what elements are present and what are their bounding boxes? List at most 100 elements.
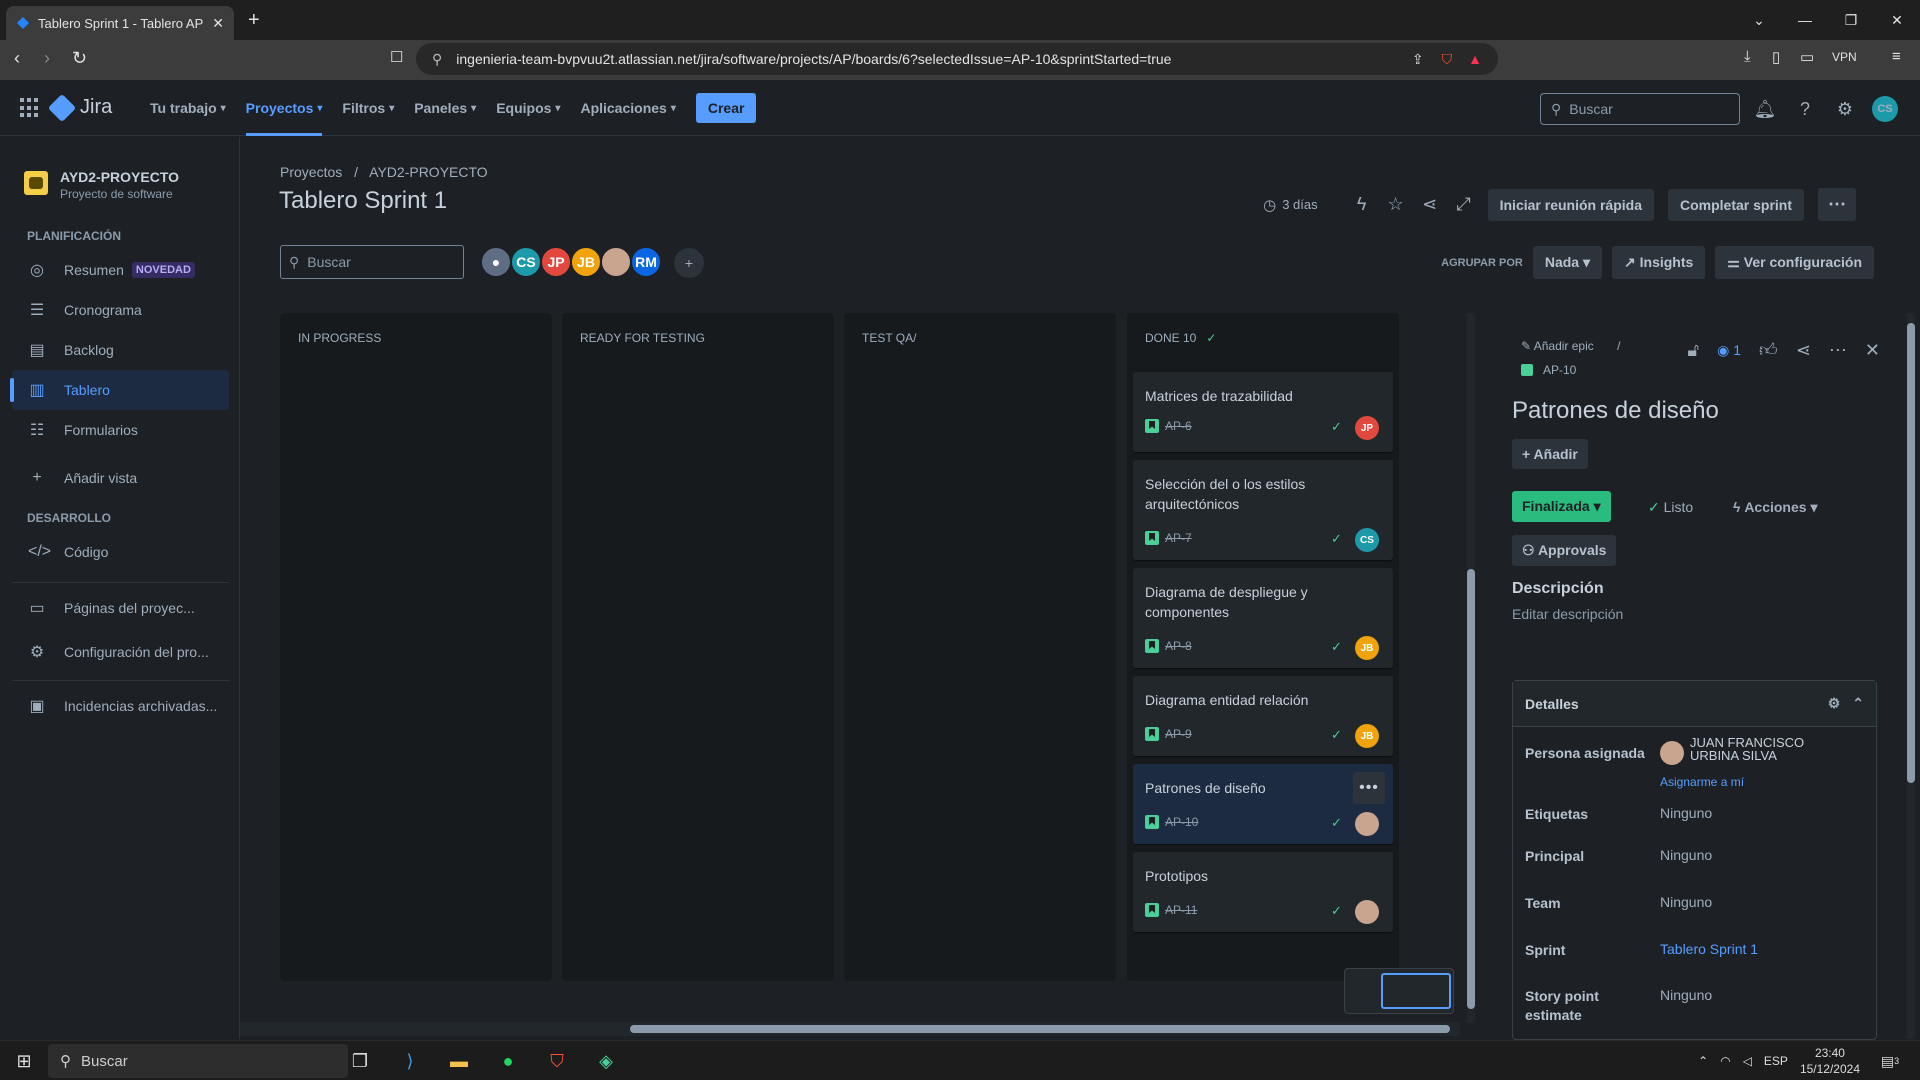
issue-title[interactable]: Patrones de diseño [1512,397,1719,425]
settings-gear-icon[interactable]: ⚙ [1832,96,1858,122]
nav-paneles[interactable]: Paneles ▾ [404,80,486,136]
star-icon[interactable]: ☆ [1386,194,1406,215]
nav-filtros[interactable]: Filtros ▾ [332,80,404,136]
description-field[interactable]: Editar descripción [1512,606,1623,622]
sidebar-item-config[interactable]: ⚙ Configuración del pro... [12,632,229,672]
project-header[interactable]: AYD2-PROYECTO Proyecto de software [24,169,179,201]
sidebar-item-tablero[interactable]: ▥ Tablero [10,370,229,410]
group-by-select[interactable]: Nada ▾ [1532,246,1602,279]
share-icon[interactable]: ⋖ [1420,194,1440,215]
taskbar-search[interactable]: ⚲ Buscar [48,1044,348,1078]
restore-icon[interactable]: ❐ [1828,0,1874,40]
notification-center-icon[interactable]: ▤ 3 [1876,1047,1904,1075]
add-view-button[interactable]: + Añadir vista [12,458,229,498]
gear-icon[interactable]: ⚙ [1828,695,1841,712]
chevron-up-icon[interactable]: ⌃ [1852,695,1864,712]
actions-dropdown[interactable]: ϟ Acciones ▾ [1733,499,1817,516]
minimize-icon[interactable]: — [1782,0,1828,40]
close-icon[interactable]: ✕ [1865,340,1880,361]
wallet-icon[interactable]: ▭ [1800,48,1814,66]
brave-shield-icon[interactable]: ⛉ [1442,51,1453,68]
notifications-icon[interactable]: 🔔︎ [1752,96,1778,122]
sidebar-toggle-icon[interactable]: ▯ [1772,48,1780,66]
avatar-filter[interactable]: CS [510,246,542,278]
address-bar[interactable]: ⚲ ingenieria-team-bvpvuu2t.atlassian.net… [416,43,1498,75]
nav-proyectos[interactable]: Proyectos ▾ [236,80,333,136]
issue-card[interactable]: Prototipos AP-11 ✓ [1133,852,1393,932]
share-icon[interactable]: ⋖ [1796,340,1811,361]
field-value[interactable]: Ninguno [1660,894,1712,910]
nav-aplicaciones[interactable]: Aplicaciones ▾ [570,80,685,136]
tab-close-icon[interactable]: ✕ [212,15,224,32]
vpn-button[interactable]: VPN [1832,50,1857,64]
clock[interactable]: 23:40 15/12/2024 [1800,1045,1860,1077]
browser-tab[interactable]: Tablero Sprint 1 - Tablero AP - Jira ✕ [6,6,234,40]
sidebar-item-pages[interactable]: ▭ Páginas del proyec... [12,588,229,628]
chevron-up-icon[interactable]: ⌃ [1698,1054,1708,1068]
detail-scrollbar[interactable] [1904,313,1918,1039]
board-search-input[interactable]: ⚲ Buscar [280,245,464,279]
lock-icon[interactable]: 🔓︎ [1687,340,1699,361]
sidebar-item-codigo[interactable]: </> Código [12,532,229,572]
fullscreen-icon[interactable]: ⤢ [1454,194,1474,215]
breadcrumb-projects[interactable]: Proyectos [280,164,342,180]
create-button[interactable]: Crear [695,93,757,123]
task-view-icon[interactable]: ❐ [346,1047,374,1075]
download-icon[interactable]: ⤓ [1744,48,1751,65]
add-epic-link[interactable]: ✎ Añadir epic / [1521,339,1620,353]
close-window-icon[interactable]: ✕ [1874,0,1920,40]
sidebar-item-archived[interactable]: ▣ Incidencias archivadas... [12,686,229,726]
issue-card-selected[interactable]: Patrones de diseño ••• AP-10 ✓ [1133,764,1393,844]
card-assignee-avatar[interactable]: JB [1355,636,1379,660]
bookmark-icon[interactable]: ☐ [390,48,403,66]
board-vertical-scrollbar[interactable] [1464,313,1478,1023]
watch-button[interactable]: ◉ 1 [1717,342,1741,359]
scroll-thumb[interactable] [1467,569,1475,1009]
more-icon[interactable]: ⋯ [1829,340,1847,361]
view-settings-button[interactable]: ⚌ Ver configuración [1715,246,1874,279]
forward-icon[interactable]: › [44,48,50,69]
complete-sprint-button[interactable]: Completar sprint [1667,188,1804,221]
field-value[interactable]: Ninguno [1660,987,1712,1003]
details-header[interactable]: Detalles ⚙ ⌃ [1513,681,1876,727]
avatar-filter[interactable]: JP [540,246,572,278]
global-search-input[interactable]: ⚲ Buscar [1540,93,1740,125]
start-meeting-button[interactable]: Iniciar reunión rápida [1487,188,1654,221]
tab-list-icon[interactable]: ⌄ [1736,0,1782,40]
avatar-filter[interactable] [600,246,632,278]
card-assignee-avatar[interactable] [1355,812,1379,836]
scroll-thumb[interactable] [630,1025,1450,1033]
site-info-icon[interactable]: ⚲ [432,51,442,68]
like-icon[interactable]: 👍︎ [1759,339,1778,361]
windows-start-icon[interactable]: ⊞ [10,1047,38,1075]
avatar-filter[interactable]: ● [480,246,512,278]
app-icon[interactable]: ◈ [592,1047,620,1075]
vscode-icon[interactable]: ⟩ [396,1047,424,1075]
status-dropdown[interactable]: Finalizada ▾ [1512,491,1611,522]
approvals-button[interactable]: ⚇ Approvals [1512,535,1617,566]
field-value[interactable]: Ninguno [1660,805,1712,821]
sidebar-item-formularios[interactable]: ☷ Formularios [12,410,229,450]
card-assignee-avatar[interactable]: CS [1355,528,1379,552]
card-assignee-avatar[interactable]: JP [1355,416,1379,440]
share-icon[interactable]: ⇪ [1412,51,1424,68]
assign-to-me-link[interactable]: Asignarme a mí [1660,775,1744,789]
help-icon[interactable]: ? [1792,96,1818,122]
jira-logo[interactable]: Jira [47,93,112,122]
sidebar-item-backlog[interactable]: ▤ Backlog [12,330,229,370]
spotify-icon[interactable]: ● [494,1047,522,1075]
card-assignee-avatar[interactable]: JB [1355,724,1379,748]
volume-icon[interactable]: ◁ [1743,1054,1752,1068]
network-icon[interactable]: ◠ [1720,1054,1730,1068]
sidebar-item-resumen[interactable]: ◎ Resumen NOVEDAD [12,250,229,290]
new-tab-icon[interactable]: + [248,9,260,32]
field-value[interactable]: Ninguno [1660,847,1712,863]
card-more-icon[interactable]: ••• [1353,772,1385,804]
avatar-filter[interactable]: JB [570,246,602,278]
back-icon[interactable]: ‹ [14,48,20,69]
brave-browser-icon[interactable]: ⛉ [543,1047,571,1075]
issue-card[interactable]: Diagrama de despliegue y componentes AP-… [1133,568,1393,668]
add-button[interactable]: + Añadir [1512,439,1588,469]
reload-icon[interactable]: ↻ [72,48,87,69]
brave-rewards-icon[interactable]: ▲ [1468,51,1482,67]
